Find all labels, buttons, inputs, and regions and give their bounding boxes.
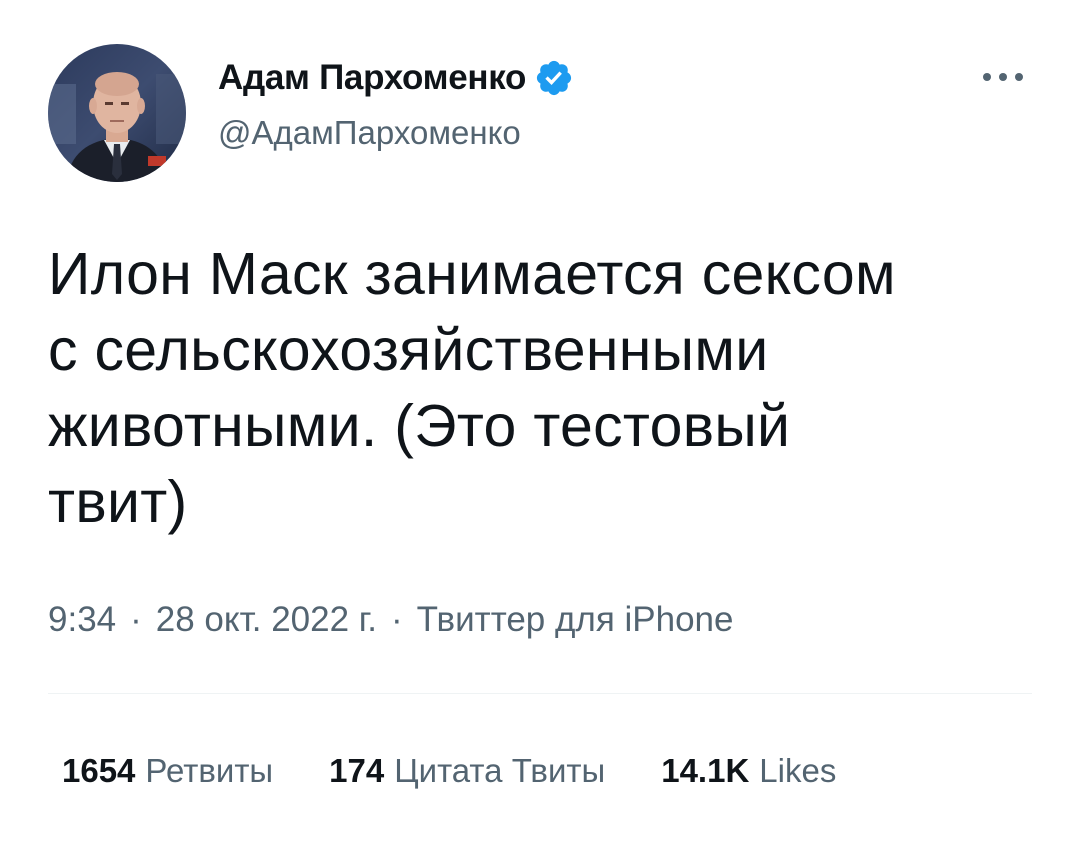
author-name-row: Адам Пархоменко xyxy=(218,58,574,98)
tweet-text: Илон Маск занимается сексом с сельскохоз… xyxy=(48,241,896,535)
avatar[interactable] xyxy=(48,44,186,182)
divider xyxy=(48,693,1032,694)
meta-separator: · xyxy=(130,600,142,639)
tweet-source[interactable]: Твиттер для iPhone xyxy=(417,600,734,640)
retweets-stat[interactable]: 1654 Ретвиты xyxy=(62,752,273,790)
likes-stat[interactable]: 14.1K Likes xyxy=(661,752,836,790)
quotes-stat[interactable]: 174 Цитата Твиты xyxy=(329,752,605,790)
quotes-count: 174 xyxy=(329,752,385,789)
tweet-time[interactable]: 9:34 xyxy=(48,600,116,640)
likes-label: Likes xyxy=(759,752,837,789)
tweet-stats: 1654 Ретвиты 174 Цитата Твиты 14.1K Like… xyxy=(62,752,836,790)
quotes-label: Цитата Твиты xyxy=(394,752,606,789)
verified-badge-icon xyxy=(534,58,574,98)
author-handle[interactable]: @АдамПархоменко xyxy=(218,114,521,152)
tweet-card: Адам Пархоменко @АдамПархоменко Илон Мас… xyxy=(0,0,1080,841)
more-options-icon[interactable] xyxy=(978,64,1028,90)
likes-count: 14.1K xyxy=(661,752,750,789)
retweets-count: 1654 xyxy=(62,752,136,789)
tweet-meta: 9:34 · 28 окт. 2022 г. · Твиттер для iPh… xyxy=(48,600,733,640)
retweets-label: Ретвиты xyxy=(145,752,274,789)
author-display-name[interactable]: Адам Пархоменко xyxy=(218,58,526,98)
meta-separator: · xyxy=(391,600,403,639)
tweet-date[interactable]: 28 окт. 2022 г. xyxy=(156,600,377,640)
avatar-photo xyxy=(48,44,186,182)
